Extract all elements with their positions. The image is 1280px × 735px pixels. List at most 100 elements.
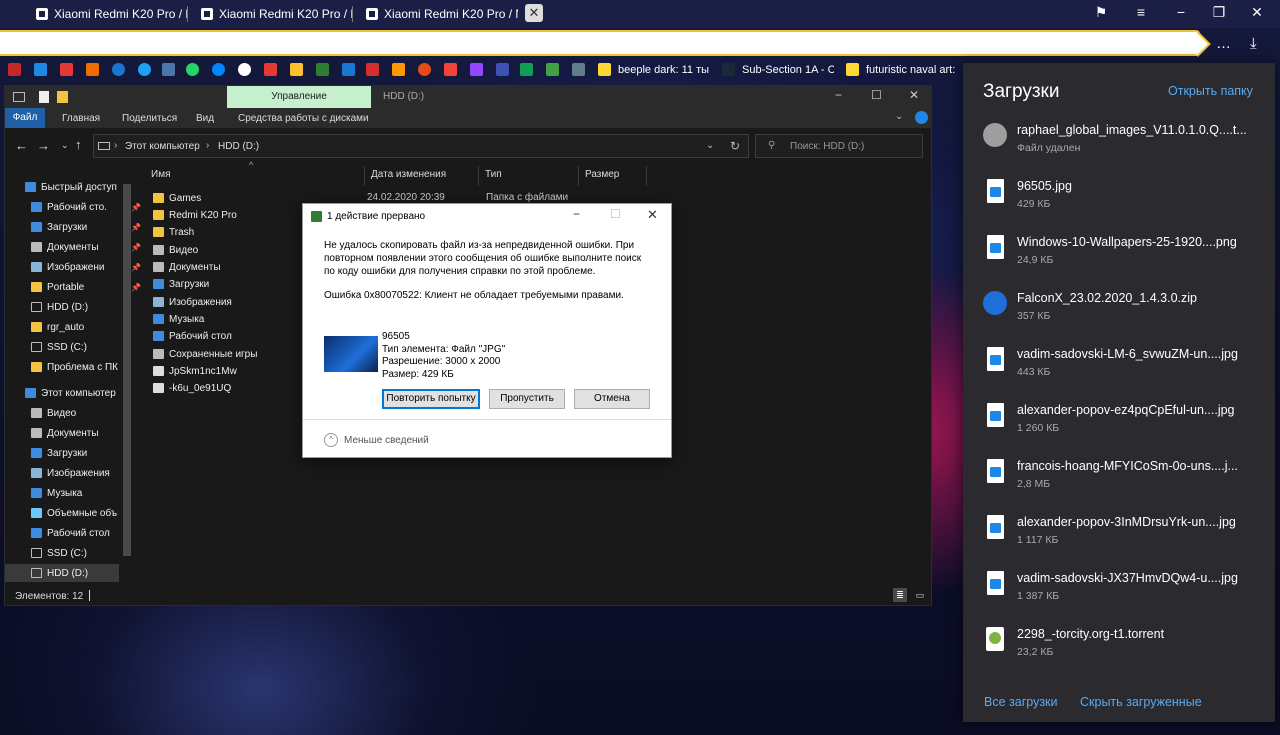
open-folder-link[interactable]: Открыть папку	[1168, 84, 1253, 98]
download-item[interactable]: raphael_global_images_V11.0.1.0.Q....t..…	[983, 123, 1263, 167]
bookmark-icon[interactable]	[572, 63, 585, 76]
download-item[interactable]: vadim-sadovski-JX37HmvDQw4-u....jpg 1 38…	[983, 571, 1263, 615]
bookmark-icon[interactable]: ⚑	[1090, 4, 1112, 21]
search-box[interactable]: ⚲ Поиск: HDD (D:)	[755, 134, 923, 158]
bookmark-icon[interactable]	[496, 63, 509, 76]
browser-tab[interactable]: Xiaomi Redmi K20 Pro / Mi	[358, 2, 518, 26]
download-item[interactable]: FalconX_23.02.2020_1.4.3.0.zip 357 КБ	[983, 291, 1263, 335]
menu-file[interactable]: Файл	[5, 108, 45, 128]
nav-item[interactable]: Быстрый доступ	[25, 178, 137, 196]
help-icon[interactable]	[915, 111, 928, 124]
menu-icon[interactable]: ≡	[1130, 4, 1152, 20]
skip-button[interactable]: Пропустить	[489, 389, 565, 409]
vk-icon[interactable]	[162, 63, 175, 76]
bookmark-icon[interactable]	[8, 63, 21, 76]
bookmark-label[interactable]: Sub-Section 1A - C	[742, 64, 834, 76]
at-icon[interactable]	[112, 63, 125, 76]
chevron-up-icon[interactable]: ^	[324, 433, 338, 447]
menu-drive-tools[interactable]: Средства работы с дисками	[238, 113, 369, 124]
messenger-icon[interactable]	[212, 63, 225, 76]
steam-icon[interactable]	[722, 63, 735, 76]
file-row[interactable]: Redmi K20 Pro	[153, 207, 237, 223]
twitter-icon[interactable]	[138, 63, 151, 76]
minimize-icon[interactable]: −	[573, 207, 580, 221]
bookmark-icon[interactable]	[316, 63, 329, 76]
ribbon-context-tab[interactable]: Управление	[227, 86, 371, 108]
retry-button[interactable]: Повторить попытку	[382, 389, 480, 409]
bookmark-icon[interactable]	[290, 63, 303, 76]
column-header-date[interactable]: Дата изменения	[365, 166, 479, 186]
download-item[interactable]: Windows-10-Wallpapers-25-1920....png 24,…	[983, 235, 1263, 279]
file-row[interactable]: Рабочий стол	[153, 328, 232, 344]
address-bar[interactable]	[0, 30, 1200, 56]
breadcrumb-this-pc[interactable]: Этот компьютер	[125, 141, 200, 152]
chevron-down-icon[interactable]: ⌄	[895, 111, 903, 122]
gmail-icon[interactable]	[86, 63, 99, 76]
browser-tab[interactable]: Xiaomi Redmi K20 Pro / Mi	[193, 2, 353, 26]
cancel-button[interactable]: Отмена	[574, 389, 650, 409]
details-view-icon[interactable]: ≣	[893, 588, 907, 602]
bookmark-icon[interactable]	[418, 63, 431, 76]
menu-home[interactable]: Главная	[62, 113, 100, 124]
bookmark-icon[interactable]	[392, 63, 405, 76]
nav-item-selected[interactable]: HDD (D:)	[5, 564, 119, 582]
file-row[interactable]: Изображения	[153, 294, 232, 310]
file-row[interactable]: Загрузки	[153, 276, 209, 292]
chevron-down-icon[interactable]: ⌄	[706, 140, 714, 151]
file-row[interactable]: Видео	[153, 242, 198, 258]
column-header-size[interactable]: Размер	[579, 166, 647, 186]
tiles-view-icon[interactable]: ▭	[913, 588, 927, 602]
bookmark-icon[interactable]	[598, 63, 611, 76]
download-item[interactable]: 96505.jpg 429 КБ	[983, 179, 1263, 223]
file-row[interactable]: Документы	[153, 259, 221, 275]
close-icon[interactable]: ✕	[647, 207, 658, 223]
yandex-icon[interactable]	[264, 63, 277, 76]
download-item[interactable]: alexander-popov-3InMDrsuYrk-un....jpg 1 …	[983, 515, 1263, 559]
bookmark-icon[interactable]	[846, 63, 859, 76]
back-icon[interactable]: ←	[15, 138, 28, 153]
vivaldi-icon[interactable]	[546, 63, 559, 76]
mail-icon[interactable]	[60, 63, 73, 76]
bookmark-icon[interactable]	[366, 63, 379, 76]
column-header-type[interactable]: Тип	[479, 166, 579, 186]
file-row[interactable]: Trash	[153, 224, 194, 240]
youtube-icon[interactable]	[444, 63, 457, 76]
restore-icon[interactable]: ❐	[1208, 4, 1230, 21]
bookmark-label[interactable]: beeple dark: 11 ты	[618, 64, 710, 76]
file-row[interactable]: Музыка	[153, 311, 204, 327]
download-icon[interactable]: ⤓	[1250, 35, 1257, 52]
address-path-bar[interactable]: › Этот компьютер › HDD (D:) ⌄ ↻	[93, 134, 749, 158]
breadcrumb-drive[interactable]: HDD (D:)	[218, 141, 259, 152]
hide-downloaded-link[interactable]: Скрыть загруженные	[1080, 695, 1202, 709]
close-icon[interactable]: ✕	[909, 88, 919, 102]
whatsapp-icon[interactable]	[186, 63, 199, 76]
download-item[interactable]: 2298_-torcity.org-t1.torrent 23,2 КБ	[983, 627, 1263, 671]
file-row[interactable]: Games	[153, 190, 201, 206]
sheets-icon[interactable]	[520, 63, 533, 76]
close-tab-button[interactable]: ✕	[525, 4, 543, 22]
menu-view[interactable]: Вид	[196, 113, 214, 124]
folder-icon[interactable]	[57, 91, 68, 103]
nav-scrollbar[interactable]	[123, 184, 131, 556]
bookmark-icon[interactable]	[342, 63, 355, 76]
refresh-icon[interactable]: ↻	[730, 139, 740, 153]
more-icon[interactable]: …	[1216, 35, 1231, 52]
bookmark-icon[interactable]	[34, 63, 47, 76]
download-item[interactable]: alexander-popov-ez4pqCpEful-un....jpg 1 …	[983, 403, 1263, 447]
maximize-icon[interactable]: ☐	[871, 88, 882, 102]
file-row[interactable]: Сохраненные игры	[153, 346, 257, 362]
menu-share[interactable]: Поделиться	[122, 113, 177, 124]
bookmark-label[interactable]: futuristic naval art:	[866, 64, 958, 76]
browser-tab[interactable]: Xiaomi Redmi K20 Pro / Mi	[28, 2, 188, 26]
nav-item[interactable]: Этот компьютер	[25, 384, 137, 402]
forward-icon[interactable]: →	[37, 138, 50, 153]
download-item[interactable]: vadim-sadovski-LM-6_svwuZM-un....jpg 443…	[983, 347, 1263, 391]
google-icon[interactable]	[238, 63, 251, 76]
minimize-icon[interactable]: −	[835, 88, 842, 102]
twitch-icon[interactable]	[470, 63, 483, 76]
all-downloads-link[interactable]: Все загрузки	[984, 695, 1058, 709]
properties-icon[interactable]	[39, 91, 49, 103]
close-window-icon[interactable]: ✕	[1246, 4, 1268, 21]
file-row[interactable]: -k6u_0e91UQ	[153, 380, 231, 396]
minimize-icon[interactable]: −	[1170, 4, 1192, 20]
